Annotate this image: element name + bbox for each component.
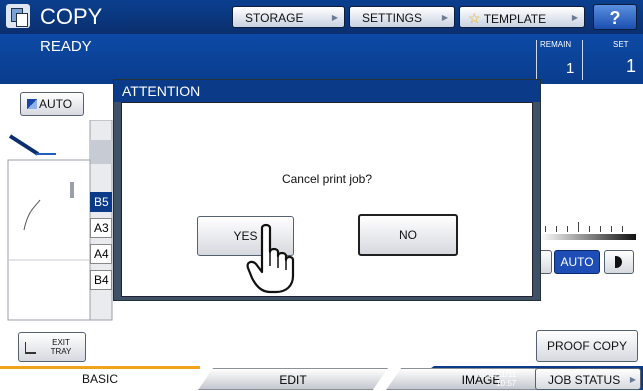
app-title: COPY	[40, 4, 103, 29]
density-tick	[589, 226, 590, 232]
paper-size-a4[interactable]: A4	[90, 244, 112, 264]
copy-app-icon	[6, 4, 30, 28]
chevron-right-icon: ▶	[571, 13, 578, 22]
density-darker-button[interactable]	[604, 250, 634, 274]
date-time: 2011/11/11 10:57	[478, 370, 516, 388]
ready-status: READY	[40, 38, 92, 55]
density-tick	[556, 226, 557, 232]
divider	[582, 40, 583, 80]
dialog-message: Cancel print job?	[281, 172, 373, 186]
density-auto-button[interactable]: AUTO	[554, 250, 600, 274]
exit-tray-button[interactable]: EXIT TRAY	[18, 332, 86, 362]
paper-size-b4[interactable]: B4	[90, 270, 112, 290]
density-tick	[578, 222, 579, 232]
set-label: SET	[613, 40, 629, 49]
auto-label: AUTO	[39, 97, 73, 111]
date: 2011/11/11	[478, 370, 517, 379]
paper-size-a3[interactable]: A3	[90, 218, 112, 238]
tab-basic[interactable]: BASIC	[0, 368, 200, 390]
template-label: TEMPLATE	[483, 12, 547, 26]
remain-label: REMAIN	[540, 40, 572, 49]
star-icon: ☆	[468, 10, 481, 26]
dialog-body	[121, 102, 533, 297]
density-tick	[567, 226, 568, 232]
template-button[interactable]: ☆ TEMPLATE ▶	[459, 6, 585, 28]
set-value: 1	[626, 56, 637, 76]
density-tick	[545, 226, 546, 232]
density-gradient-bar	[540, 234, 636, 240]
paper-icon	[27, 99, 37, 109]
settings-button[interactable]: SETTINGS ▶	[349, 6, 455, 28]
storage-button[interactable]: STORAGE ▶	[232, 6, 345, 28]
divider	[536, 40, 537, 80]
tab-edit[interactable]: EDIT	[198, 368, 388, 390]
job-status-label: JOB STATUS	[548, 373, 621, 387]
paper-auto-button[interactable]: AUTO	[20, 92, 84, 116]
exit-tray-line1: EXIT	[52, 338, 70, 347]
dialog-title: ATTENTION	[114, 80, 540, 102]
remain-value: 1	[566, 60, 575, 77]
time: 10:57	[496, 379, 517, 388]
help-button[interactable]: ?	[593, 4, 637, 30]
density-tick	[622, 226, 623, 232]
chevron-right-icon: ▶	[331, 13, 338, 22]
storage-label: STORAGE	[245, 11, 304, 25]
chevron-right-icon: ▶	[441, 13, 448, 22]
no-button[interactable]: NO	[358, 214, 458, 256]
tray-icon	[25, 342, 36, 354]
exit-tray-line2: TRAY	[50, 347, 72, 356]
density-tick	[600, 226, 601, 232]
paper-size-b5[interactable]: B5	[90, 192, 112, 212]
settings-label: SETTINGS	[362, 11, 423, 25]
hand-pointer-icon	[246, 223, 295, 294]
proof-copy-button[interactable]: PROOF COPY	[536, 330, 638, 362]
job-status-button[interactable]: JOB STATUS ▶	[535, 368, 641, 390]
density-tick	[611, 226, 612, 232]
chevron-right-icon: ▶	[629, 375, 636, 384]
